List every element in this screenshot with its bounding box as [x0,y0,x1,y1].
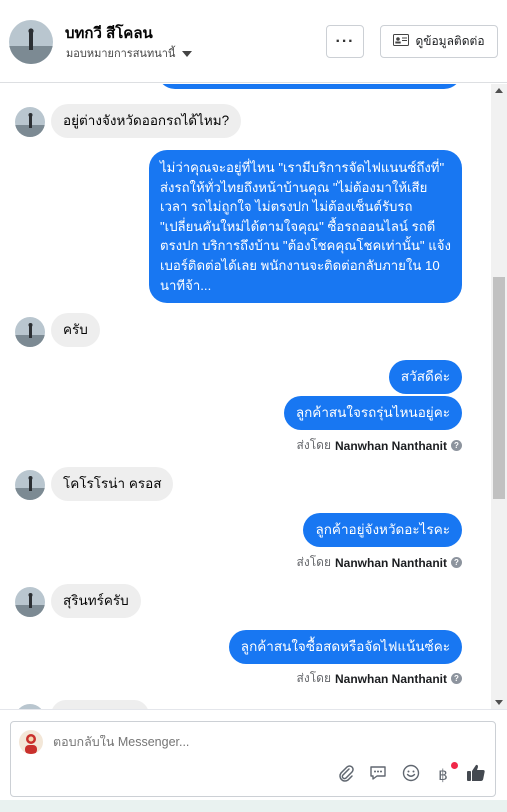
composer-area: ฿ [0,709,507,812]
scroll-up-arrow-icon[interactable] [495,88,503,93]
emoji-button[interactable] [400,764,422,786]
sender-avatar [15,107,45,137]
outgoing-message: ไม่ว่าคุณจะอยู่ที่ไหน "เรามีบริการจัดไฟแ… [149,150,462,304]
payment-button[interactable]: ฿ [432,762,458,786]
sender-avatar [15,317,45,347]
outgoing-message: ลูกค้าอยู่จังหวัดอะไรคะ [303,513,462,547]
outgoing-message: สวัสดีค่ะ [388,360,462,394]
help-icon[interactable]: ? [451,440,462,451]
sender-name[interactable]: Nanwhan Nanthanit [335,672,447,686]
page-avatar [19,730,43,754]
contact-avatar[interactable] [9,20,53,64]
reply-input[interactable] [53,735,353,749]
incoming-message-partial [51,700,149,709]
view-contact-info-button[interactable]: ดูข้อมูลติดต่อ [380,25,498,58]
incoming-message: โคโรโรน่า ครอส [51,467,174,501]
sent-by-prefix: ส่งโดย [296,438,331,452]
sent-by-prefix: ส่งโดย [296,555,331,569]
conversation-header: บทกวี สีโคลน มอบหมายการสนทนานี้ ··· ดูข้… [0,0,507,83]
incoming-message: สุรินทร์ครับ [51,584,141,618]
attach-file-button[interactable] [335,764,357,786]
sender-name[interactable]: Nanwhan Nanthanit [335,556,447,570]
sent-by-label: ส่งโดย Nanwhan Nanthanit ? [297,436,462,455]
smiley-icon [402,764,420,787]
incoming-message: ครับ [51,313,100,347]
assign-conversation-dropdown[interactable]: มอบหมายการสนทนานี้ [66,44,193,62]
paperclip-icon [337,764,355,787]
sent-by-prefix: ส่งโดย [296,671,331,685]
scroll-down-arrow-icon[interactable] [495,700,503,705]
scrollbar-thumb[interactable] [493,277,505,499]
more-options-button[interactable]: ··· [326,25,364,58]
outgoing-message: ลูกค้าสนใจซื้อสดหรือจัดไฟแน้นซ์คะ [228,630,462,664]
sender-name[interactable]: Nanwhan Nanthanit [335,439,447,453]
sender-avatar [15,587,45,617]
help-icon[interactable]: ? [451,557,462,568]
message-thread[interactable]: อยู่ต่างจังหวัดออกรถได้ไหม? ไม่ว่าคุณจะอ… [0,84,491,709]
speech-bubble-icon [369,764,387,787]
outgoing-message: ลูกค้าสนใจรถรุ่นไหนอยู่คะ [283,396,462,430]
assign-label: มอบหมายการสนทนานี้ [66,48,176,60]
baht-icon: ฿ [438,767,448,784]
caret-down-icon [182,50,193,57]
sender-avatar [15,470,45,500]
bottom-strip [0,800,507,812]
saved-replies-button[interactable] [367,764,389,786]
view-contact-info-label: ดูข้อมูลติดต่อ [415,34,485,48]
reply-composer: ฿ [10,721,496,797]
sent-by-label: ส่งโดย Nanwhan Nanthanit ? [297,553,462,572]
help-icon[interactable]: ? [451,673,462,684]
thumbs-up-icon [466,763,486,788]
thread-scrollbar[interactable] [491,84,507,709]
like-button[interactable] [465,764,487,786]
contact-card-icon [393,34,410,49]
incoming-message: อยู่ต่างจังหวัดออกรถได้ไหม? [51,104,242,138]
notification-dot [451,762,458,769]
sent-by-label: ส่งโดย Nanwhan Nanthanit ? [297,669,462,688]
previous-message-bubble [157,84,462,89]
contact-name[interactable]: บทกวี สีโคลน [65,21,153,45]
